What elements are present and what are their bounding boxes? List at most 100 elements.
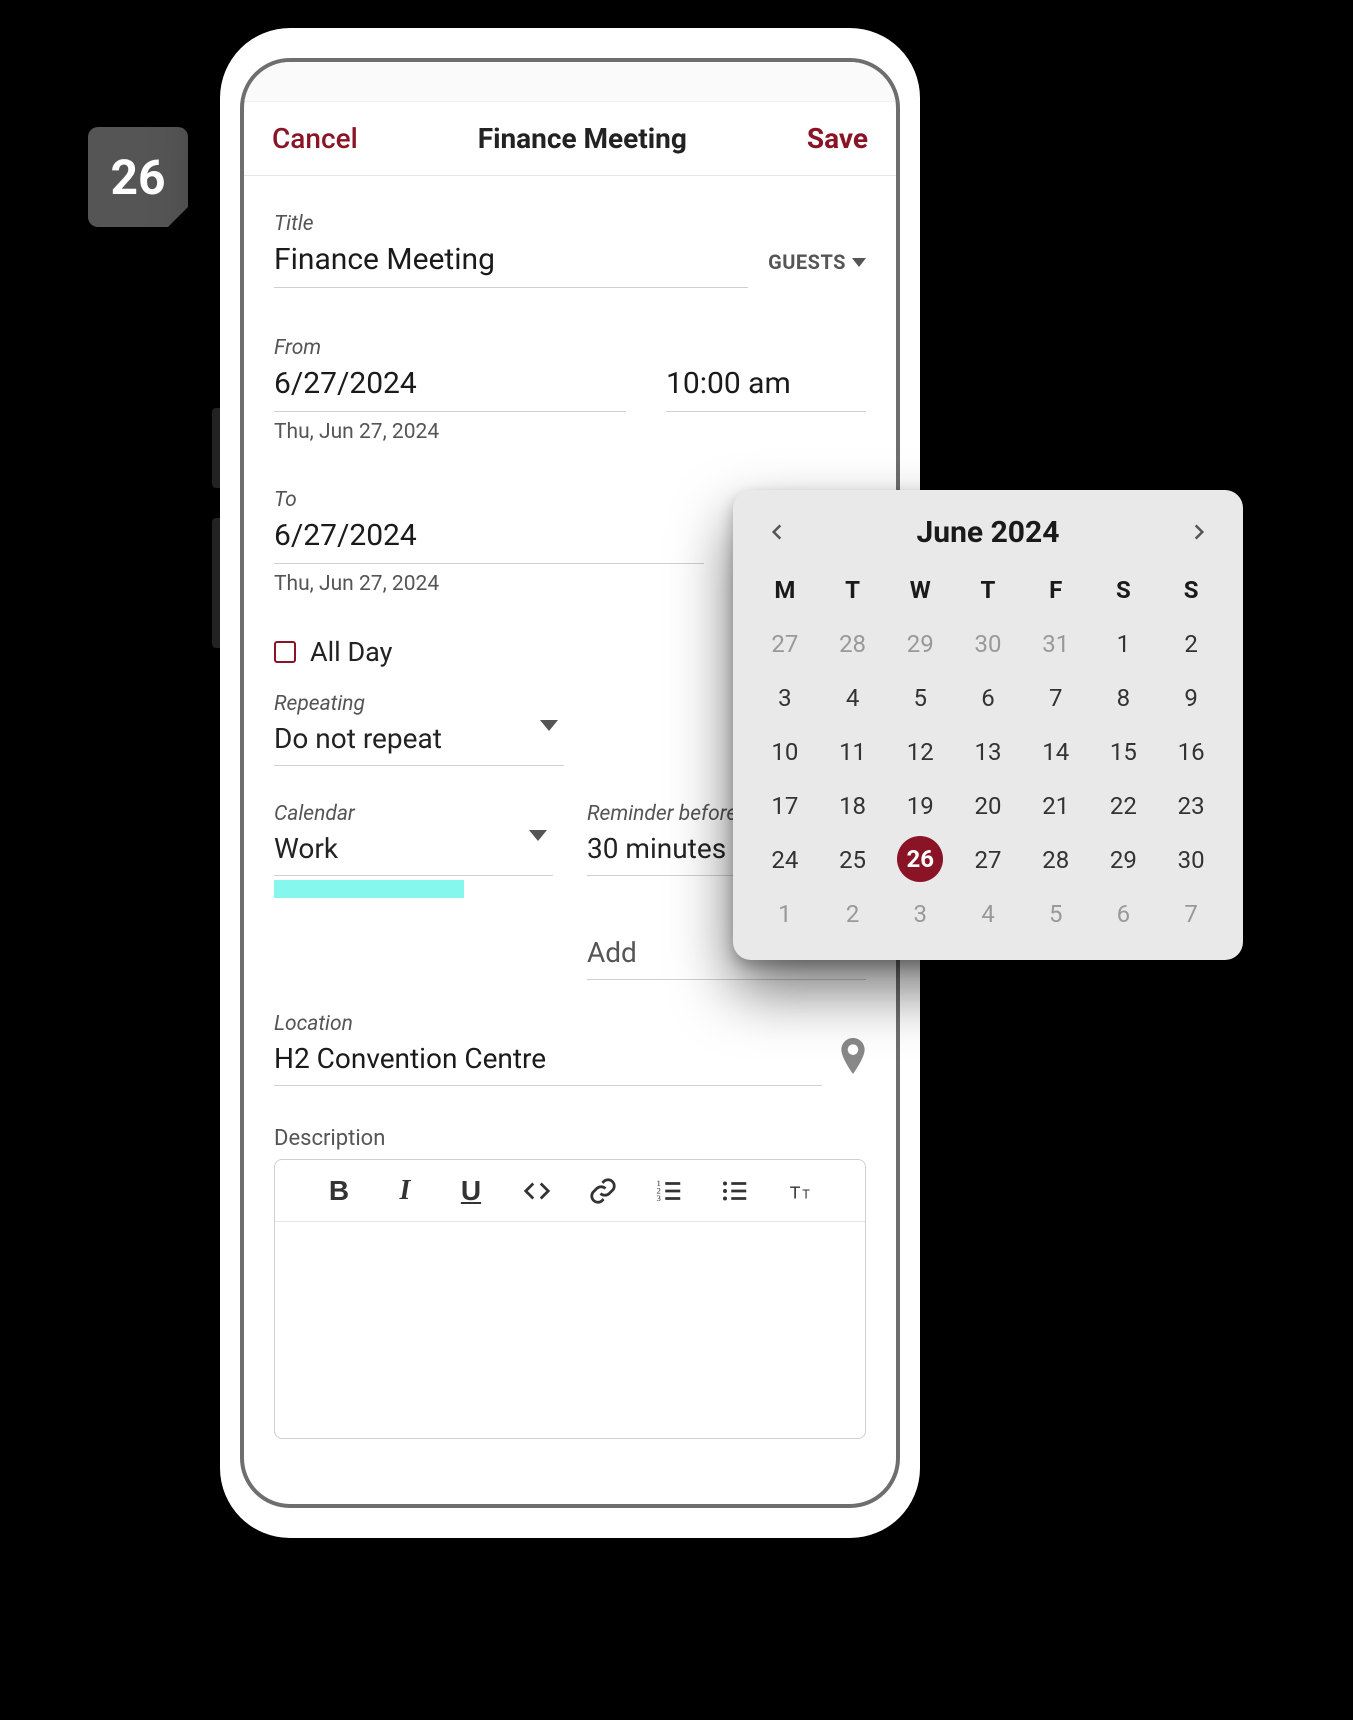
- calendar-day[interactable]: 7: [1022, 674, 1090, 722]
- ordered-list-icon[interactable]: 123: [652, 1174, 686, 1208]
- day-of-week-header: S: [1090, 568, 1158, 614]
- calendar-day[interactable]: 20: [954, 782, 1022, 830]
- save-button[interactable]: Save: [807, 122, 868, 155]
- calendar-day[interactable]: 23: [1157, 782, 1225, 830]
- day-of-week-header: T: [954, 568, 1022, 614]
- calendar-day[interactable]: 24: [751, 836, 819, 884]
- calendar-day[interactable]: 18: [819, 782, 887, 830]
- calendar-day[interactable]: 10: [751, 728, 819, 776]
- code-icon[interactable]: [520, 1174, 554, 1208]
- calendar-day[interactable]: 12: [886, 728, 954, 776]
- svg-text:T: T: [802, 1187, 810, 1201]
- calendar-day[interactable]: 2: [1157, 620, 1225, 668]
- calendar-day[interactable]: 8: [1090, 674, 1158, 722]
- calendar-label: Calendar: [274, 802, 553, 826]
- calendar-day[interactable]: 22: [1090, 782, 1158, 830]
- repeating-value: Do not repeat: [274, 722, 442, 755]
- svg-text:3: 3: [657, 1193, 662, 1203]
- calendar-select[interactable]: Work: [274, 826, 553, 876]
- to-date-input[interactable]: 6/27/2024: [274, 512, 704, 564]
- prev-month-button[interactable]: [759, 514, 795, 550]
- underline-icon[interactable]: U: [454, 1174, 488, 1208]
- calendar-value: Work: [274, 832, 338, 865]
- calendar-day[interactable]: 11: [819, 728, 887, 776]
- calendar-day[interactable]: 7: [1157, 890, 1225, 938]
- checkbox-icon: [274, 641, 296, 663]
- calendar-day-selected[interactable]: 26: [897, 836, 943, 882]
- calendar-day[interactable]: 19: [886, 782, 954, 830]
- location-input[interactable]: H2 Convention Centre: [274, 1036, 822, 1086]
- calendar-day[interactable]: 15: [1090, 728, 1158, 776]
- title-label: Title: [274, 212, 866, 236]
- link-icon[interactable]: [586, 1174, 620, 1208]
- calendar-day[interactable]: 28: [1022, 836, 1090, 884]
- description-editor[interactable]: B I U 123 TT: [274, 1159, 866, 1439]
- date-picker-popover: June 2024 MTWTFSS27282930311234567891011…: [733, 490, 1243, 960]
- calendar-day[interactable]: 27: [954, 836, 1022, 884]
- cancel-button[interactable]: Cancel: [272, 122, 358, 155]
- calendar-day[interactable]: 4: [819, 674, 887, 722]
- calendar-day[interactable]: 14: [1022, 728, 1090, 776]
- day-of-week-header: T: [819, 568, 887, 614]
- text-format-icon[interactable]: TT: [784, 1174, 818, 1208]
- svg-text:T: T: [790, 1182, 801, 1202]
- date-picker-grid: MTWTFSS272829303112345678910111213141516…: [751, 568, 1225, 938]
- chevron-down-icon: [852, 258, 866, 267]
- calendar-day[interactable]: 5: [886, 674, 954, 722]
- from-date-sub: Thu, Jun 27, 2024: [274, 420, 866, 444]
- calendar-day[interactable]: 17: [751, 782, 819, 830]
- calendar-day[interactable]: 6: [954, 674, 1022, 722]
- from-label: From: [274, 336, 866, 360]
- calendar-day[interactable]: 4: [954, 890, 1022, 938]
- status-bar: [244, 62, 896, 102]
- calendar-day[interactable]: 27: [751, 620, 819, 668]
- description-label: Description: [274, 1126, 866, 1151]
- guests-button[interactable]: GUESTS: [768, 250, 866, 274]
- calendar-day[interactable]: 31: [1022, 620, 1090, 668]
- bold-icon[interactable]: B: [322, 1174, 356, 1208]
- date-picker-title: June 2024: [917, 515, 1060, 550]
- day-of-week-header: M: [751, 568, 819, 614]
- chevron-down-icon: [540, 720, 558, 731]
- title-input[interactable]: Finance Meeting: [274, 236, 748, 288]
- phone-power-button: [212, 518, 220, 648]
- editor-toolbar: B I U 123 TT: [275, 1160, 865, 1222]
- calendar-day[interactable]: 29: [886, 620, 954, 668]
- location-label: Location: [274, 1012, 866, 1036]
- calendar-color-indicator: [274, 880, 464, 898]
- from-date-input[interactable]: 6/27/2024: [274, 360, 626, 412]
- calendar-day[interactable]: 29: [1090, 836, 1158, 884]
- calendar-day[interactable]: 5: [1022, 890, 1090, 938]
- calendar-day[interactable]: 13: [954, 728, 1022, 776]
- app-icon-day: 26: [110, 149, 165, 206]
- calendar-day[interactable]: 16: [1157, 728, 1225, 776]
- day-of-week-header: W: [886, 568, 954, 614]
- from-time-input[interactable]: 10:00 am: [666, 360, 866, 412]
- all-day-label: All Day: [310, 636, 392, 668]
- map-pin-icon[interactable]: [840, 1038, 866, 1074]
- reminder-value: 30 minutes: [587, 832, 726, 865]
- calendar-day[interactable]: 21: [1022, 782, 1090, 830]
- calendar-app-icon: 26: [88, 127, 188, 227]
- calendar-day[interactable]: 25: [819, 836, 887, 884]
- guests-label: GUESTS: [768, 250, 846, 274]
- calendar-day[interactable]: 2: [819, 890, 887, 938]
- calendar-day[interactable]: 6: [1090, 890, 1158, 938]
- calendar-day[interactable]: 9: [1157, 674, 1225, 722]
- calendar-day[interactable]: 3: [886, 890, 954, 938]
- bullet-list-icon[interactable]: [718, 1174, 752, 1208]
- next-month-button[interactable]: [1181, 514, 1217, 550]
- day-of-week-header: F: [1022, 568, 1090, 614]
- calendar-day[interactable]: 1: [751, 890, 819, 938]
- calendar-day[interactable]: 30: [954, 620, 1022, 668]
- calendar-day[interactable]: 3: [751, 674, 819, 722]
- header-title: Finance Meeting: [478, 122, 687, 155]
- italic-icon[interactable]: I: [388, 1174, 422, 1208]
- calendar-day[interactable]: 28: [819, 620, 887, 668]
- calendar-day[interactable]: 30: [1157, 836, 1225, 884]
- day-of-week-header: S: [1157, 568, 1225, 614]
- phone-volume-button: [212, 408, 220, 488]
- repeating-select[interactable]: Do not repeat: [274, 716, 564, 766]
- calendar-day[interactable]: 1: [1090, 620, 1158, 668]
- event-editor-header: Cancel Finance Meeting Save: [244, 102, 896, 176]
